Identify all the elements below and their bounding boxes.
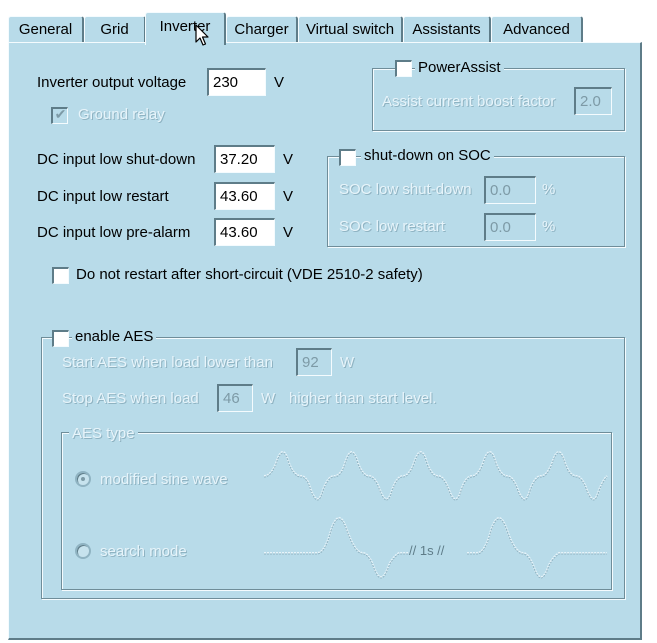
tab-assistants[interactable]: Assistants [403,16,491,43]
aes-start-label: Start AES when load lower than [62,354,273,371]
output-voltage-unit: V [274,74,285,91]
inverter-tab-panel: Inverter output voltage 230 V ✔ Ground r… [8,42,642,640]
output-voltage-label: Inverter output voltage [37,74,187,91]
dc-restart-input[interactable]: 43.60 [214,182,275,210]
dc-shutdown-label: DC input low shut-down [37,151,196,168]
enable-aes-label: enable AES [72,328,157,345]
aes-stop-input[interactable]: 46 [217,384,253,412]
mouse-cursor-icon [195,24,209,46]
no-restart-label: Do not restart after short-circuit (VDE … [76,266,423,283]
tab-charger[interactable]: Charger [226,16,298,43]
aes-stop-suffix: higher than start level. [289,390,437,407]
dc-prealarm-input[interactable]: 43.60 [214,218,275,246]
dc-prealarm-unit: V [283,224,294,241]
soc-low-shutdown-unit: % [542,181,556,198]
aes-stop-unit: W [261,390,276,407]
no-restart-checkbox[interactable] [52,267,69,284]
modified-sine-radio[interactable] [75,471,91,487]
modified-sine-wave-icon [263,451,608,501]
window-edge [0,0,8,643]
power-assist-checkbox[interactable] [395,60,412,77]
soc-low-restart-label: SOC low restart [339,218,445,235]
soc-shutdown-label: shut-down on SOC [361,147,494,164]
tab-virtual-switch[interactable]: Virtual switch [298,16,403,43]
tab-label: General [18,21,73,38]
power-assist-label: PowerAssist [415,59,504,76]
tab-label: Virtual switch [305,21,395,38]
tab-inverter[interactable]: Inverter [145,12,226,45]
output-voltage-input[interactable]: 230 [207,68,266,96]
checkmark-icon: ✔ [54,106,67,122]
search-mode-radio[interactable] [75,543,91,559]
enable-aes-checkbox[interactable] [52,330,69,347]
soc-low-shutdown-label: SOC low shut-down [339,181,472,198]
boost-factor-label: Assist current boost factor [382,93,556,110]
ground-relay-label: Ground relay [78,106,165,123]
search-mode-label: search mode [100,543,187,560]
tab-label: Advanced [503,21,570,38]
dc-shutdown-input[interactable]: 37.20 [214,145,275,173]
tab-label: Assistants [412,21,481,38]
dc-shutdown-unit: V [283,151,294,168]
tab-advanced[interactable]: Advanced [491,16,583,43]
aes-start-input[interactable]: 92 [296,348,332,376]
ground-relay-checkbox[interactable]: ✔ [51,106,68,124]
tab-label: Charger [234,21,289,38]
aes-type-label: AES type [69,425,138,442]
dc-prealarm-label: DC input low pre-alarm [37,224,191,241]
search-mode-interval-label: // 1s // [409,543,445,558]
soc-low-shutdown-input[interactable]: 0.0 [484,176,536,204]
soc-low-restart-unit: % [542,218,556,235]
radio-dot [81,477,85,481]
boost-factor-input[interactable]: 2.0 [574,87,612,115]
aes-stop-label: Stop AES when load [62,390,199,407]
modified-sine-label: modified sine wave [100,471,228,488]
dc-restart-label: DC input low restart [37,188,169,205]
aes-start-unit: W [340,354,355,371]
tab-label: Grid [100,21,129,38]
soc-shutdown-checkbox[interactable] [339,149,356,166]
tab-grid[interactable]: Grid [84,16,146,43]
tab-general[interactable]: General [8,16,84,43]
dc-restart-unit: V [283,188,294,205]
soc-low-restart-input[interactable]: 0.0 [484,213,536,241]
